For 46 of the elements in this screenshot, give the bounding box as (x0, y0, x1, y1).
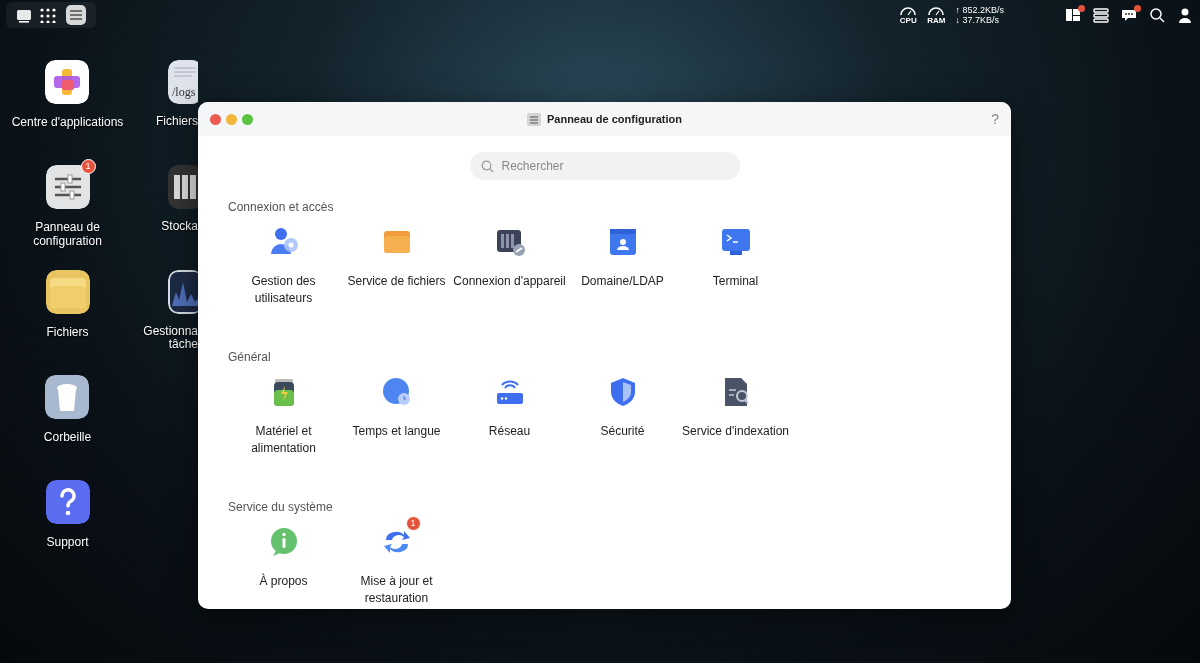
widgets-icon[interactable] (1064, 7, 1082, 23)
globe-clock-icon[interactable] (380, 376, 413, 408)
app-label: Gestionna tâche (142, 325, 198, 351)
settings-sliders-icon[interactable] (45, 165, 90, 209)
download-speed: ↓ 37.7KB/s (955, 15, 1000, 25)
control-panel-icon[interactable] (64, 4, 88, 26)
setting-label[interactable]: Connexion d'appareil (447, 273, 572, 290)
close-button[interactable] (210, 113, 221, 125)
question-icon[interactable] (45, 480, 90, 524)
app-label: Stocka (160, 220, 198, 233)
app-label: Centre d'applications (11, 115, 124, 129)
search-icon[interactable] (1148, 7, 1166, 23)
log-file-icon[interactable]: /logs (168, 60, 198, 104)
folder-icon[interactable] (45, 270, 90, 314)
setting-label[interactable]: Service d'indexation (673, 423, 798, 440)
chat-icon[interactable] (1120, 7, 1138, 23)
setting-label[interactable]: Terminal (673, 273, 798, 290)
app-center-icon[interactable] (45, 60, 90, 104)
icon-caption: /logs (172, 85, 196, 99)
trash-icon[interactable] (45, 375, 90, 419)
window-title: Panneau de configuration (546, 111, 683, 127)
cpu-gauge-label: CPU (899, 16, 917, 25)
ram-gauge-icon[interactable] (927, 5, 946, 16)
notification-badge: 1 (405, 516, 421, 531)
search-field[interactable]: Rechercher (469, 152, 740, 180)
setting-label[interactable]: Matériel et alimentation (238, 423, 329, 457)
app-label: Panneau de configuration (32, 220, 103, 248)
setting-label[interactable]: Gestion des utilisateurs (238, 273, 329, 307)
user-icon[interactable] (1176, 7, 1194, 23)
terminal-icon[interactable] (719, 226, 752, 258)
upload-speed: ↑ 852.2KB/s (955, 5, 1004, 15)
app-label: Corbeille (43, 430, 92, 444)
section-heading: Connexion et accès (228, 199, 334, 216)
activity-chart-icon[interactable] (168, 270, 198, 314)
storage-icon[interactable] (168, 165, 198, 209)
setting-label[interactable]: À propos (221, 573, 346, 590)
setting-label[interactable]: Mise à jour et restauration (351, 573, 442, 607)
ram-gauge-label: RAM (927, 16, 946, 25)
app-label: Support (46, 535, 89, 549)
list-icon[interactable] (1092, 7, 1110, 23)
control-panel-icon (526, 112, 541, 126)
section-heading: Général (228, 349, 271, 366)
cpu-gauge-icon[interactable] (899, 5, 918, 16)
app-label: Fichiers (155, 115, 198, 128)
app-label: Fichiers (46, 325, 89, 339)
section-heading: Service du système (228, 499, 333, 516)
